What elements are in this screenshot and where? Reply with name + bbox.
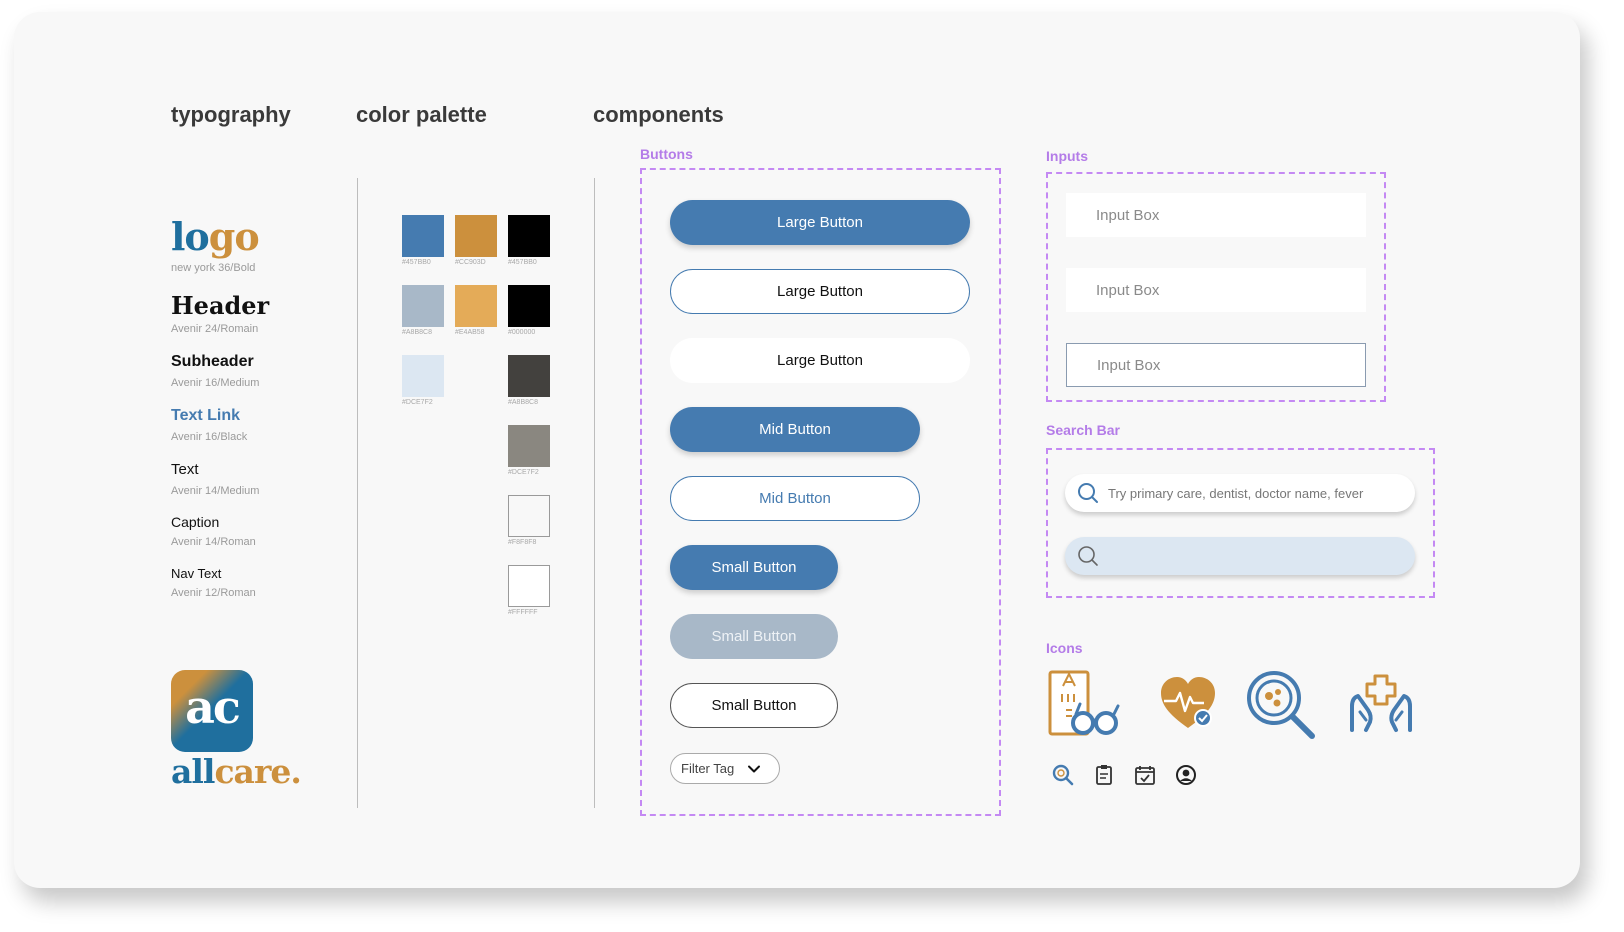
caption-spec: Avenir 14/Roman: [171, 536, 256, 548]
inputs-label: Inputs: [1046, 148, 1088, 164]
components-title: components: [593, 102, 724, 127]
color-swatch-label: #DCE7F2: [402, 399, 433, 406]
color-swatch-label: #DCE7F2: [508, 469, 539, 476]
chevron-down-icon: [748, 765, 761, 772]
filter-tag[interactable]: Filter Tag: [670, 753, 780, 784]
logo-sample-part1: lo: [171, 214, 210, 259]
color-swatch: [508, 495, 550, 537]
header-sample: Header: [171, 291, 270, 320]
icons-label: Icons: [1046, 640, 1083, 656]
large-button-outline[interactable]: Large Button: [670, 269, 970, 314]
color-swatch: [402, 355, 444, 397]
color-palette-title: color palette: [356, 102, 487, 127]
input-box-default[interactable]: Input Box: [1066, 193, 1366, 237]
text-sample: Text: [171, 461, 199, 478]
calendar-check-icon[interactable]: [1134, 764, 1156, 786]
search-bar-white[interactable]: Try primary care, dentist, doctor name, …: [1065, 474, 1415, 512]
text-link-sample[interactable]: Text Link: [171, 407, 240, 425]
header-spec: Avenir 24/Romain: [171, 323, 259, 335]
color-swatch: [455, 285, 497, 327]
color-swatch-label: #457BB0: [508, 259, 537, 266]
subheader-sample: Subheader: [171, 353, 254, 370]
wordmark-part1: all: [171, 752, 215, 791]
caption-sample: Caption: [171, 514, 220, 530]
typography-title: typography: [171, 102, 291, 127]
search-bar-blue[interactable]: [1065, 537, 1415, 575]
eye-chart-glasses-icon: [1048, 670, 1120, 736]
mid-button-outline[interactable]: Mid Button: [670, 476, 920, 521]
color-swatch-label: #000000: [508, 329, 536, 336]
color-swatch: [508, 285, 550, 327]
heart-pulse-check-icon: [1161, 677, 1215, 728]
wordmark-part2: care.: [214, 752, 301, 791]
color-swatch-label: #FFFFFF: [508, 609, 538, 616]
nav-text-sample: Nav Text: [171, 566, 222, 581]
mid-button-primary[interactable]: Mid Button: [670, 407, 920, 452]
color-swatch-label: #E4AB58: [455, 329, 485, 336]
allcare-wordmark: allcare.: [171, 752, 302, 791]
search-bar-label: Search Bar: [1046, 422, 1120, 438]
text-link-spec: Avenir 16/Black: [171, 431, 248, 443]
nav-text-spec: Avenir 12/Roman: [171, 587, 256, 599]
divider: [594, 178, 595, 808]
small-button-primary[interactable]: Small Button: [670, 545, 838, 590]
buttons-label: Buttons: [640, 146, 693, 162]
color-swatch: [508, 565, 550, 607]
search-icon[interactable]: [1052, 764, 1074, 786]
logo-sample: logo: [171, 214, 260, 259]
search-bar-group: [1046, 448, 1435, 598]
color-swatch-label: #457BB0: [402, 259, 431, 266]
magnifier-cells-icon: [1247, 671, 1315, 739]
logo-spec: new york 36/Bold: [171, 262, 256, 274]
hands-care-icon: [1350, 674, 1412, 732]
color-swatch-label: #A8B8C8: [508, 399, 538, 406]
user-circle-icon[interactable]: [1175, 764, 1197, 786]
large-button-plain[interactable]: Large Button: [670, 338, 970, 383]
text-spec: Avenir 14/Medium: [171, 485, 260, 497]
small-button-disabled[interactable]: Small Button: [670, 614, 838, 659]
color-swatch: [508, 425, 550, 467]
subheader-spec: Avenir 16/Medium: [171, 377, 260, 389]
small-button-outline[interactable]: Small Button: [670, 683, 838, 728]
color-swatch: [402, 215, 444, 257]
color-swatch: [402, 285, 444, 327]
search-icon: [1078, 546, 1098, 566]
color-swatch-label: #F8F8F8: [508, 539, 537, 546]
input-box-focused[interactable]: Input Box: [1066, 343, 1366, 387]
filter-tag-label: Filter Tag: [681, 761, 735, 776]
color-swatch-label: #A8B8C8: [402, 329, 432, 336]
search-icon: [1078, 483, 1098, 503]
app-icon: ac: [171, 670, 253, 752]
large-button-primary[interactable]: Large Button: [670, 200, 970, 245]
logo-sample-part2: go: [208, 214, 260, 259]
color-swatch-label: #CC903D: [455, 259, 486, 266]
clipboard-icon[interactable]: [1094, 764, 1114, 786]
search-placeholder: Try primary care, dentist, doctor name, …: [1108, 485, 1364, 501]
app-icon-letters: ac: [185, 680, 241, 734]
input-box-filled[interactable]: Input Box: [1066, 268, 1366, 312]
color-swatch: [508, 215, 550, 257]
color-swatch: [508, 355, 550, 397]
divider: [357, 178, 358, 808]
color-swatch: [455, 215, 497, 257]
